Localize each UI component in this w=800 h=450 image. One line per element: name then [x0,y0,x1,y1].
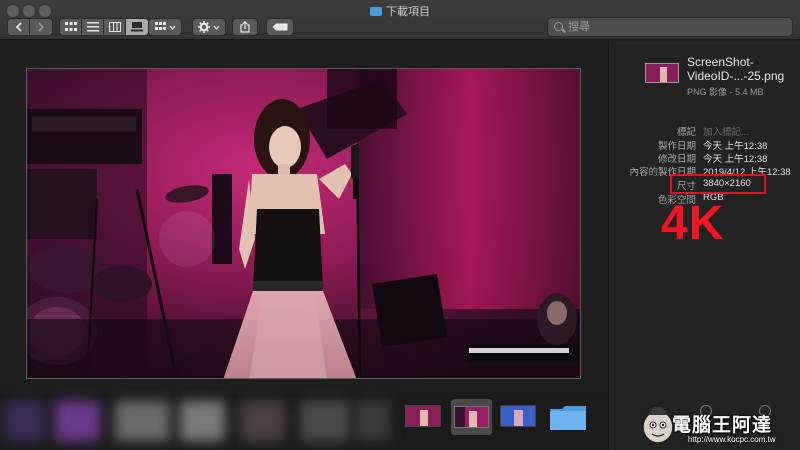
blurred-thumbnail[interactable] [180,401,225,441]
concert-photo [27,69,580,378]
action-menu-button[interactable] [192,18,226,36]
gallery-icon [131,22,143,32]
mascot-icon [642,407,674,444]
info-value: 今天 上午12:38 [703,141,768,152]
dimension-highlight-box [670,174,766,194]
tags-button[interactable] [266,18,294,36]
gear-icon [198,21,210,33]
info-row-tags: 標記 加入標記... [609,124,800,138]
folder-icon [370,7,382,16]
info-key: 修改日期 [657,154,696,165]
blurred-thumbnail[interactable] [355,401,390,441]
folder-icon [550,406,586,430]
chevron-down-icon [169,25,175,30]
grid-group-icon [154,22,166,30]
thumbnail-concert-2 [454,406,489,428]
share-icon [240,21,250,33]
filmstrip [0,393,608,450]
window-toolbar: 下載項目 搜尋 [0,0,800,40]
gallery-preview [0,41,608,393]
file-thumbnail [645,63,679,83]
blurred-thumbnail[interactable] [5,401,45,441]
info-row-created: 製作日期 今天 上午12:38 [609,138,800,152]
folder-thumbnail[interactable] [549,405,587,431]
thumbnail-image [501,406,535,426]
chevron-down-icon [213,25,220,30]
column-view-button[interactable] [104,19,126,35]
gallery-view-button[interactable] [126,19,148,35]
thumbnail-concert-3[interactable] [500,405,536,427]
thumbnail-image [455,407,488,427]
tag-icon [272,23,288,31]
file-name: ScreenShot-VideoID-...-25.png [687,55,785,83]
grid-icon [64,22,77,31]
4k-annotation: 4K [661,197,725,250]
view-mode-control [59,18,149,36]
thumbnail-selected[interactable] [451,399,492,435]
search-field[interactable]: 搜尋 [547,17,793,37]
add-tags-field[interactable]: 加入標記... [703,124,749,138]
search-placeholder: 搜尋 [568,21,590,33]
list-icon [86,22,99,32]
thumbnail-image [646,64,678,82]
info-key: 標記 [676,127,696,138]
chevron-left-icon [15,22,22,32]
info-row-modified: 修改日期 今天 上午12:38 [609,151,800,165]
thumbnail-image [406,406,440,426]
thumbnail-concert-1[interactable] [405,405,441,427]
preview-image[interactable] [26,68,581,379]
blurred-thumbnail[interactable] [300,401,350,441]
back-button[interactable] [8,19,30,35]
file-type-size: PNG 影像 - 5.4 MB [687,87,764,97]
share-button[interactable] [232,18,258,36]
info-value: 今天 上午12:38 [703,154,768,165]
columns-icon [108,22,121,32]
blurred-thumbnail[interactable] [115,401,170,441]
list-view-button[interactable] [82,19,104,35]
blurred-thumbnail[interactable] [55,401,100,441]
icon-view-button[interactable] [60,19,82,35]
watermark-url: http://www.kocpc.com.tw [688,435,776,444]
forward-button[interactable] [30,19,52,35]
search-icon [554,22,563,31]
info-key: 製作日期 [657,141,696,152]
blurred-thumbnail[interactable] [240,401,285,441]
group-by-button[interactable] [148,18,182,36]
nav-buttons [7,18,53,36]
chevron-right-icon [38,22,45,32]
watermark-text: 電腦王阿達 [672,415,773,436]
